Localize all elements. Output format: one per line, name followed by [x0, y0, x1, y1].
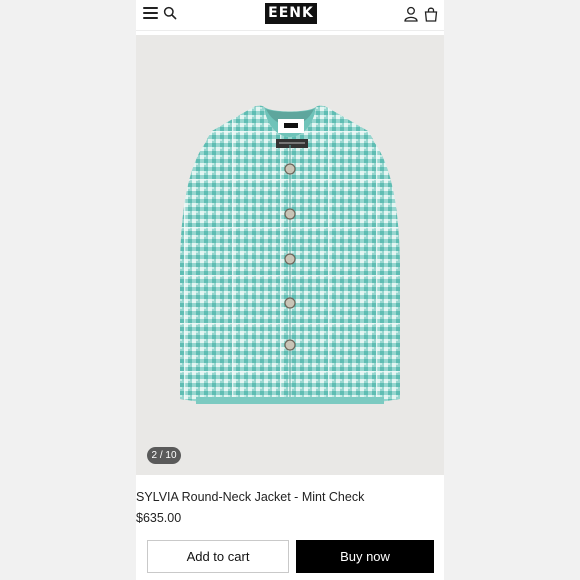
brand-logo[interactable]: EENK — [265, 3, 317, 24]
user-icon[interactable] — [404, 6, 418, 22]
product-price: $635.00 — [136, 511, 182, 525]
product-title: SYLVIA Round-Neck Jacket - Mint Check — [136, 490, 365, 504]
backdrop-left — [0, 0, 136, 580]
image-counter-badge: 2 / 10 — [147, 447, 181, 464]
buy-now-button[interactable]: Buy now — [296, 540, 434, 573]
product-page: EENK 2 / 10 SYLVIA Round-Neck Jacket - M… — [136, 0, 444, 580]
jacket-product-photo — [180, 105, 400, 404]
product-image-gallery[interactable]: 2 / 10 — [136, 35, 444, 475]
add-to-cart-button[interactable]: Add to cart — [147, 540, 289, 573]
search-icon[interactable] — [163, 6, 177, 20]
shopping-bag-icon[interactable] — [424, 6, 438, 22]
top-navigation-bar: EENK — [136, 0, 444, 31]
hamburger-menu-icon[interactable] — [143, 7, 158, 20]
backdrop-right — [444, 0, 580, 580]
